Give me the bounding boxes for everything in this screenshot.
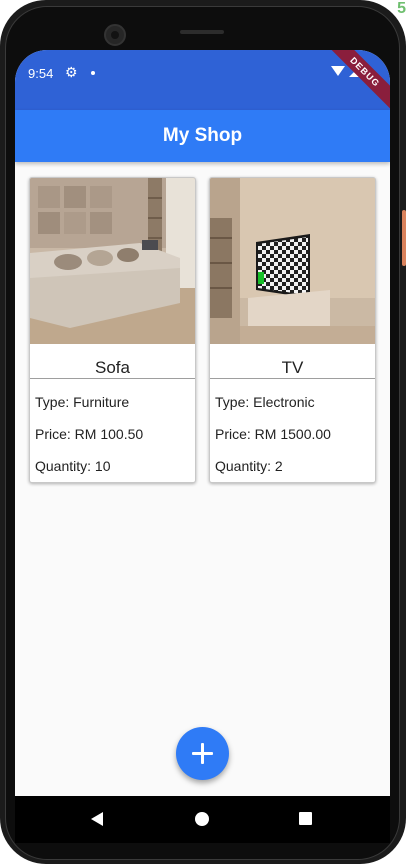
product-card-tv[interactable]: TV Type: Electronic Price: RM 1500.00 Qu… xyxy=(209,177,376,483)
product-price: Price: RM 100.50 xyxy=(35,426,144,442)
corner-glyph: 5 xyxy=(397,0,406,17)
status-bar: 9:54 ⚙ DEBUG xyxy=(15,50,390,117)
product-type: Type: Electronic xyxy=(215,394,315,410)
wifi-icon xyxy=(331,66,345,76)
power-button[interactable] xyxy=(402,210,406,266)
product-type: Type: Furniture xyxy=(35,394,130,410)
product-name: Sofa xyxy=(95,358,130,377)
status-time: 9:54 xyxy=(28,66,54,81)
debug-banner: DEBUG xyxy=(320,50,390,117)
sofa-photo xyxy=(30,178,195,344)
speaker-grille xyxy=(180,30,224,34)
product-name: TV xyxy=(281,358,304,377)
tv-photo xyxy=(210,178,375,344)
screen: 9:54 ⚙ DEBUG My Shop Sofa Type: Furnitur… xyxy=(15,50,390,796)
product-quantity: Quantity: 10 xyxy=(35,458,111,474)
navigation-bar xyxy=(15,796,390,843)
product-price: Price: RM 1500.00 xyxy=(215,426,331,442)
divider xyxy=(210,378,375,379)
gear-icon: ⚙ xyxy=(65,64,78,80)
recents-icon[interactable] xyxy=(299,812,312,825)
add-product-button[interactable] xyxy=(176,727,229,780)
product-quantity: Quantity: 2 xyxy=(215,458,283,474)
notification-dot-icon xyxy=(91,71,95,75)
product-card-sofa[interactable]: Sofa Type: Furniture Price: RM 100.50 Qu… xyxy=(29,177,196,483)
app-bar: My Shop xyxy=(15,110,390,162)
home-icon[interactable] xyxy=(195,812,209,826)
front-camera-icon xyxy=(104,24,126,46)
page-title: My Shop xyxy=(162,125,243,146)
back-icon[interactable] xyxy=(91,812,103,826)
divider xyxy=(30,378,195,379)
plus-icon xyxy=(201,743,204,764)
